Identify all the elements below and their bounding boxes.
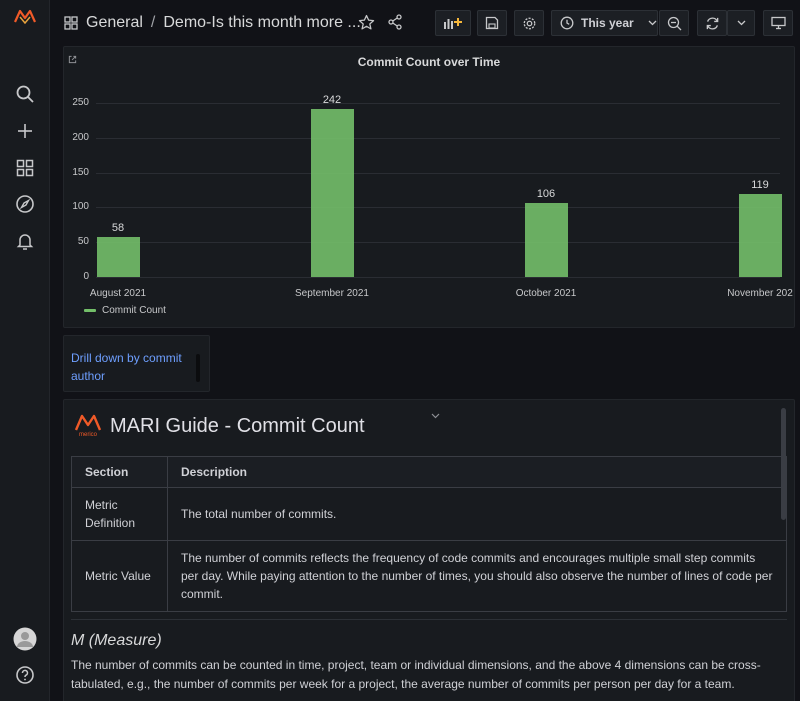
- bar-value-label: 242: [322, 93, 342, 106]
- add-panel-button[interactable]: [435, 10, 471, 36]
- clock-icon: [560, 16, 574, 30]
- measure-paragraph: The number of commits can be counted in …: [71, 658, 761, 691]
- x-tick-label: August 2021: [89, 288, 147, 299]
- table-row: Metric Definition The total number of co…: [71, 487, 787, 541]
- breadcrumb: General / Demo-Is this month more ...: [64, 12, 361, 34]
- bar[interactable]: [738, 194, 782, 277]
- panel-menu-chevron-icon[interactable]: [431, 406, 440, 424]
- refresh-interval-dropdown[interactable]: [727, 10, 755, 36]
- y-tick-label: 200: [72, 131, 89, 143]
- merico-logo: merico: [74, 412, 102, 440]
- guide-title: MARI Guide - Commit Count: [110, 414, 365, 437]
- x-tick-label: November 202: [727, 288, 793, 299]
- mari-guide-panel: merico MARI Guide - Commit Count Section…: [63, 399, 795, 701]
- legend-swatch: [84, 309, 96, 312]
- y-tick-label: 0: [83, 271, 89, 282]
- save-icon: [485, 16, 499, 30]
- table-header-row: Section Description: [71, 456, 787, 488]
- table-row: Metric Value The number of commits refle…: [71, 540, 787, 612]
- metric-table: Section Description Metric Definition Th…: [71, 456, 787, 612]
- bar-value-label: 58: [111, 221, 125, 234]
- x-tick-label: October 2021: [515, 288, 577, 299]
- table-cell-description: The total number of commits.: [167, 487, 787, 541]
- chevron-down-icon: [648, 20, 657, 26]
- bar-value-label: 106: [536, 188, 556, 201]
- time-range-picker[interactable]: This year: [551, 10, 658, 36]
- bar[interactable]: [524, 203, 568, 277]
- dashboards-icon[interactable]: [13, 156, 37, 180]
- gridline: [96, 242, 780, 244]
- dashboard-settings-button[interactable]: [514, 10, 544, 36]
- scrollbar[interactable]: [781, 408, 786, 520]
- sidebar: [0, 0, 50, 701]
- share-icon[interactable]: [387, 14, 403, 35]
- divider: [71, 619, 787, 620]
- bar[interactable]: [96, 236, 140, 277]
- dashboard-title[interactable]: Demo-Is this month more ...: [163, 14, 360, 32]
- chart-legend[interactable]: Commit Count: [84, 305, 166, 316]
- chevron-down-icon: [737, 20, 746, 26]
- time-range-label: This year: [581, 16, 634, 30]
- dashboard-navbar: General / Demo-Is this month more ... Th…: [50, 0, 800, 46]
- measure-heading: M (Measure): [71, 632, 162, 649]
- zoom-out-icon: [667, 16, 682, 31]
- y-tick-label: 100: [72, 201, 89, 213]
- folder-link[interactable]: General: [86, 14, 143, 32]
- gear-icon: [522, 16, 537, 31]
- bar-chart-plot: 0 50 100 150 200 250 58 August 2021 242 September…: [64, 47, 796, 329]
- bar-value-label: 119: [751, 179, 769, 192]
- table-header-cell: Section: [71, 456, 168, 488]
- y-tick-label: 50: [77, 236, 89, 248]
- gridline: [96, 207, 780, 209]
- scrollbar[interactable]: [196, 354, 200, 382]
- guide-header: merico MARI Guide - Commit Count: [74, 412, 365, 440]
- drill-down-link[interactable]: Drill down by commit author: [71, 349, 191, 385]
- gridline: [96, 172, 780, 174]
- search-icon[interactable]: [13, 82, 37, 106]
- table-cell-section: Metric Definition: [71, 487, 168, 541]
- help-icon[interactable]: [13, 663, 37, 687]
- alerting-bell-icon[interactable]: [13, 229, 37, 253]
- gridline: [96, 137, 780, 139]
- x-tick-label: September 2021: [295, 288, 369, 299]
- dashboard-grid-icon: [64, 16, 78, 30]
- y-tick-label: 250: [72, 97, 89, 108]
- plus-icon[interactable]: [13, 119, 37, 143]
- bar[interactable]: [310, 108, 354, 277]
- star-icon[interactable]: [358, 14, 375, 36]
- table-cell-description: The number of commits reflects the frequ…: [167, 540, 787, 612]
- save-dashboard-button[interactable]: [477, 10, 507, 36]
- merico-logo-text: merico: [78, 432, 97, 438]
- drill-down-panel: Drill down by commit author: [63, 335, 210, 392]
- gridline: [96, 103, 780, 104]
- grafana-logo-icon[interactable]: [13, 4, 37, 28]
- legend-label: Commit Count: [102, 305, 166, 316]
- table-cell-section: Metric Value: [71, 540, 168, 612]
- refresh-icon: [705, 16, 720, 31]
- refresh-button[interactable]: [697, 10, 727, 36]
- table-header-cell: Description: [167, 456, 787, 488]
- commit-count-chart-panel[interactable]: Commit Count over Time 0 50 100 150 200 250 58…: [63, 46, 795, 328]
- y-tick-label: 150: [72, 166, 89, 178]
- gridline: [96, 277, 780, 278]
- user-avatar[interactable]: [13, 627, 37, 651]
- zoom-out-button[interactable]: [659, 10, 689, 36]
- explore-compass-icon[interactable]: [13, 192, 37, 216]
- tv-mode-button[interactable]: [763, 10, 793, 36]
- monitor-icon: [770, 16, 786, 30]
- add-panel-icon: [443, 16, 463, 30]
